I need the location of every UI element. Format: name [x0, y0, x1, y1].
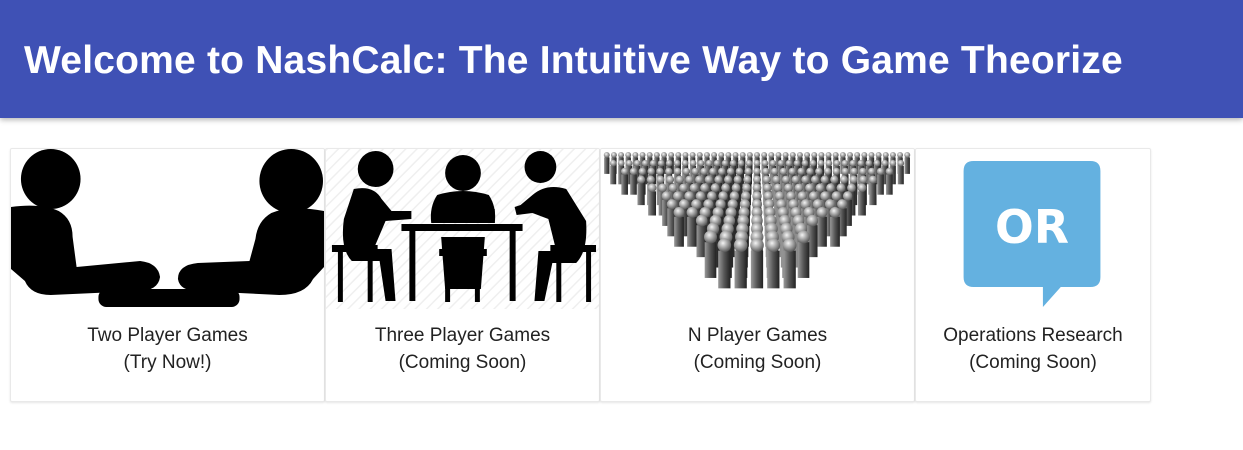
or-speech-bubble-icon: OR: [916, 149, 1150, 309]
card-title: Two Player Games: [87, 325, 248, 346]
three-players-icon: [326, 149, 599, 309]
card-subtitle: (Coming Soon): [969, 352, 1097, 373]
card-title: Three Player Games: [374, 325, 551, 346]
card-subtitle: (Try Now!): [123, 352, 212, 373]
card-n-player-games[interactable]: N Player Games (Coming Soon): [600, 148, 915, 402]
app-header: Welcome to NashCalc: The Intuitive Way t…: [0, 0, 1243, 118]
page-title: Welcome to NashCalc: The Intuitive Way t…: [24, 39, 1123, 82]
card-operations-research[interactable]: OR Operations Research (Coming Soon): [915, 148, 1151, 402]
or-badge-text: OR: [995, 200, 1069, 254]
card-three-player-games[interactable]: Three Player Games (Coming Soon): [325, 148, 600, 402]
card-subtitle: (Coming Soon): [398, 352, 527, 373]
two-players-icon: [11, 149, 324, 309]
card-title: N Player Games: [687, 325, 828, 346]
crowd-icon: [601, 149, 914, 309]
card-subtitle: (Coming Soon): [693, 352, 822, 373]
card-title: Operations Research: [943, 325, 1123, 346]
card-two-player-games[interactable]: Two Player Games (Try Now!): [10, 148, 325, 402]
